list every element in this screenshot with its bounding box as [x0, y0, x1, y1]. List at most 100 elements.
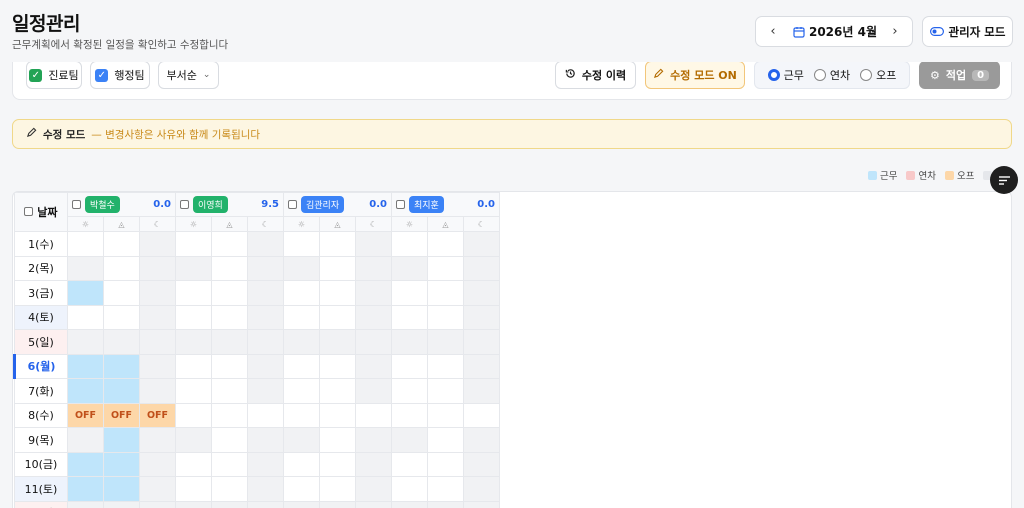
radio-work[interactable]: 근무 [767, 67, 804, 83]
shift-cell[interactable] [139, 476, 176, 502]
team-filter-clinic[interactable]: ✓ 진료팀 [26, 61, 82, 89]
shift-cell[interactable] [247, 255, 284, 281]
shift-cell[interactable] [355, 500, 392, 508]
shift-cell[interactable] [67, 451, 104, 477]
shift-cell[interactable] [355, 451, 392, 477]
shift-cell[interactable] [103, 427, 140, 453]
shift-cell[interactable] [463, 231, 500, 257]
shift-cell[interactable] [175, 255, 212, 281]
employee-checkbox[interactable] [396, 200, 405, 209]
shift-cell[interactable] [319, 378, 356, 404]
shift-cell[interactable] [463, 378, 500, 404]
shift-cell[interactable] [283, 476, 320, 502]
shift-cell[interactable] [175, 451, 212, 477]
shift-cell[interactable] [247, 476, 284, 502]
shift-cell[interactable] [211, 353, 248, 379]
shift-cell[interactable] [103, 304, 140, 330]
shift-cell[interactable] [283, 329, 320, 355]
shift-cell[interactable]: OFF [103, 402, 140, 428]
shift-cell[interactable] [103, 329, 140, 355]
shift-cell[interactable] [103, 280, 140, 306]
shift-cell[interactable] [463, 304, 500, 330]
shift-cell[interactable] [463, 329, 500, 355]
shift-cell[interactable] [427, 280, 464, 306]
shift-cell[interactable] [67, 500, 104, 508]
shift-cell[interactable] [391, 427, 428, 453]
shift-cell[interactable] [175, 280, 212, 306]
shift-cell[interactable] [427, 255, 464, 281]
shift-cell[interactable] [247, 451, 284, 477]
shift-cell[interactable] [175, 304, 212, 330]
shift-cell[interactable] [355, 231, 392, 257]
radio-off[interactable]: 오프 [860, 67, 896, 83]
shift-cell[interactable] [283, 231, 320, 257]
shift-cell[interactable] [319, 231, 356, 257]
shift-cell[interactable] [103, 500, 140, 508]
shift-cell[interactable] [139, 255, 176, 281]
shift-cell[interactable] [67, 353, 104, 379]
filter-menu-fab[interactable] [990, 166, 1018, 194]
checkbox-checked-icon[interactable]: ✓ [29, 68, 43, 82]
shift-cell[interactable] [319, 255, 356, 281]
shift-cell[interactable] [67, 427, 104, 453]
chevron-left-icon[interactable]: ‹ [756, 24, 790, 39]
shift-cell[interactable] [319, 427, 356, 453]
sort-select[interactable]: 부서순 ⌄ [158, 61, 219, 89]
shift-cell[interactable] [427, 231, 464, 257]
shift-cell[interactable] [139, 378, 176, 404]
shift-cell[interactable] [103, 378, 140, 404]
shift-cell[interactable] [175, 231, 212, 257]
shift-cell[interactable] [355, 378, 392, 404]
shift-cell[interactable] [67, 476, 104, 502]
shift-cell[interactable] [283, 353, 320, 379]
shift-cell[interactable] [319, 304, 356, 330]
shift-cell[interactable] [463, 451, 500, 477]
shift-cell[interactable] [427, 402, 464, 428]
shift-cell[interactable] [103, 353, 140, 379]
shift-cell[interactable] [355, 329, 392, 355]
shift-cell[interactable] [391, 500, 428, 508]
shift-cell[interactable] [67, 255, 104, 281]
shift-cell[interactable] [247, 304, 284, 330]
shift-cell[interactable] [175, 378, 212, 404]
shift-cell[interactable] [427, 329, 464, 355]
shift-cell[interactable] [355, 427, 392, 453]
shift-cell[interactable] [283, 255, 320, 281]
shift-cell[interactable] [463, 353, 500, 379]
shift-cell[interactable] [211, 500, 248, 508]
shift-cell[interactable] [175, 353, 212, 379]
shift-cell[interactable] [427, 378, 464, 404]
shift-cell[interactable] [247, 280, 284, 306]
shift-cell[interactable] [391, 255, 428, 281]
shift-cell[interactable] [463, 255, 500, 281]
shift-cell[interactable] [175, 402, 212, 428]
shift-cell[interactable] [463, 427, 500, 453]
shift-cell[interactable] [463, 280, 500, 306]
shift-cell[interactable] [139, 427, 176, 453]
shift-cell[interactable] [283, 304, 320, 330]
shift-cell[interactable] [175, 476, 212, 502]
shift-cell[interactable] [175, 427, 212, 453]
shift-cell[interactable] [283, 451, 320, 477]
shift-cell[interactable] [139, 304, 176, 330]
shift-cell[interactable] [463, 402, 500, 428]
shift-cell[interactable] [427, 451, 464, 477]
shift-cell[interactable] [463, 476, 500, 502]
shift-cell[interactable] [247, 231, 284, 257]
shift-cell[interactable] [67, 304, 104, 330]
shift-cell[interactable] [391, 402, 428, 428]
chevron-right-icon[interactable]: › [878, 24, 912, 39]
shift-cell[interactable] [247, 500, 284, 508]
shift-cell[interactable] [247, 378, 284, 404]
shift-cell[interactable] [247, 402, 284, 428]
radio-leave[interactable]: 연차 [813, 67, 850, 83]
select-all-checkbox[interactable] [24, 207, 34, 216]
shift-cell[interactable] [391, 353, 428, 379]
shift-cell[interactable] [355, 280, 392, 306]
shift-cell[interactable] [139, 329, 176, 355]
shift-cell[interactable] [211, 231, 248, 257]
shift-cell[interactable] [319, 329, 356, 355]
shift-cell[interactable] [355, 304, 392, 330]
shift-cell[interactable] [139, 500, 176, 508]
shift-cell[interactable] [211, 451, 248, 477]
